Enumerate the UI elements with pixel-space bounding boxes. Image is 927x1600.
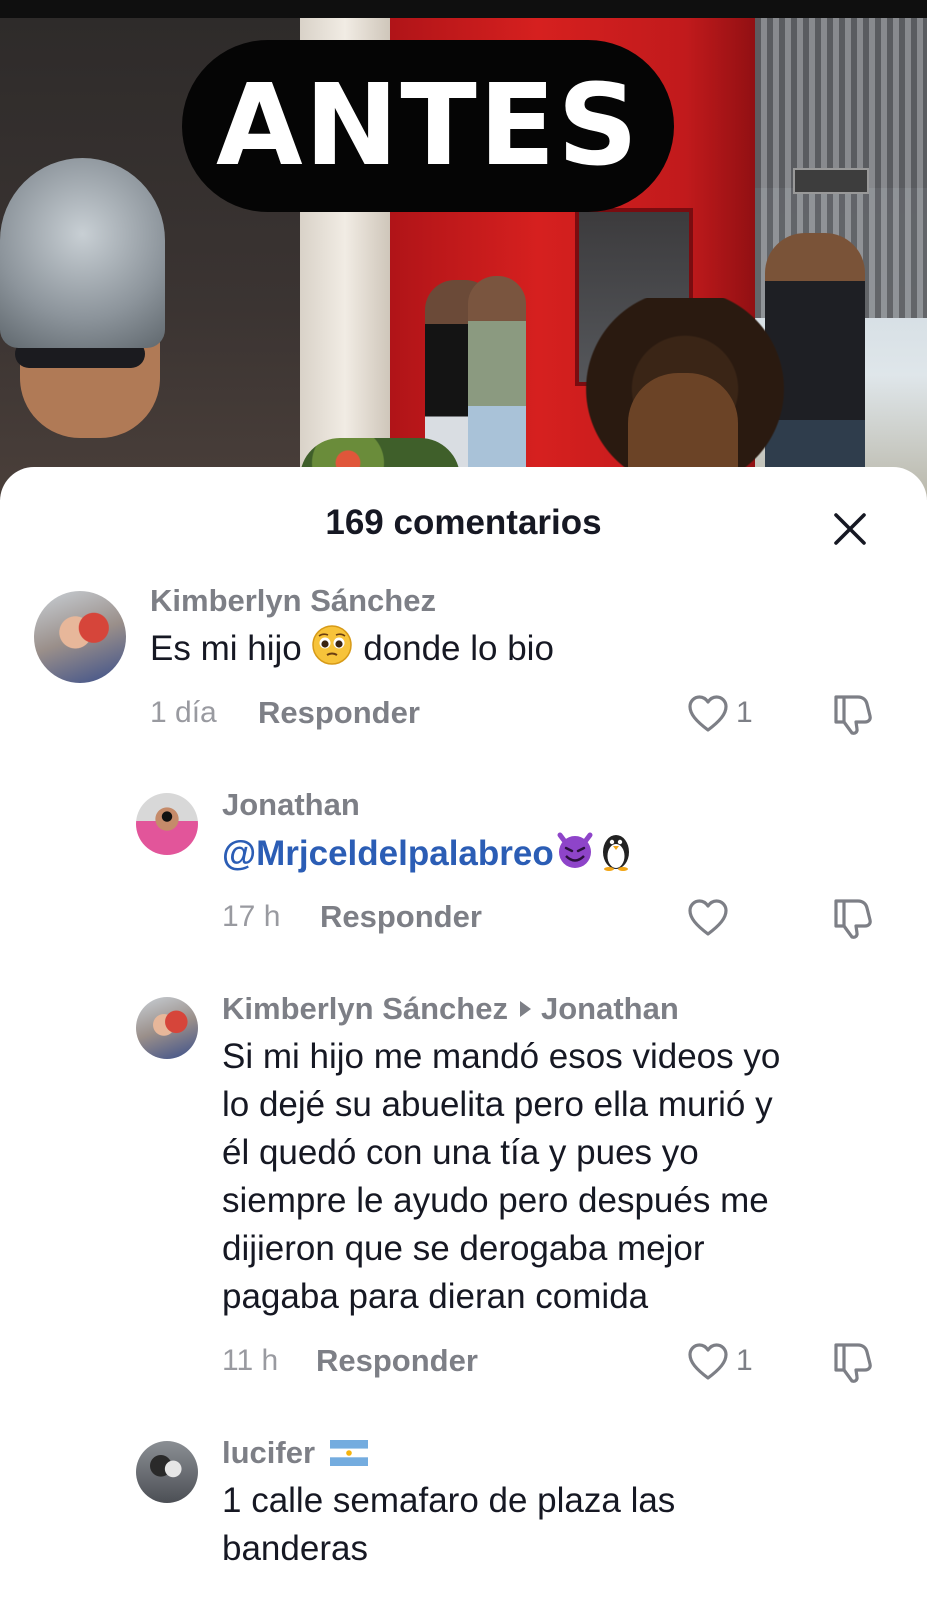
smiling-devil-icon [557,832,593,868]
dislike-icon[interactable] [830,1339,876,1385]
comment-text: Si mi hijo me mandó esos videos yo lo de… [222,1033,780,1321]
heart-icon[interactable] [686,1340,730,1384]
comment-time: 11 h [222,1344,279,1377]
heart-icon[interactable] [686,692,730,736]
reply-button[interactable]: Responder [320,899,482,935]
comment-author[interactable]: Kimberlyn Sánchez [222,991,508,1026]
comment-username: lucifer [222,1435,368,1471]
avatar[interactable] [136,997,198,1059]
reply-button[interactable]: Responder [316,1343,478,1379]
avatar[interactable] [136,1441,198,1503]
argentina-flag-icon [329,1440,368,1466]
pleading-face-icon [312,625,353,665]
heart-icon[interactable] [686,896,730,940]
comment-text-line: lo dejé su abuelita pero ella murió y [222,1085,773,1124]
comment-author[interactable]: lucifer [222,1435,315,1470]
comments-count-title: 169 comentarios [325,503,602,542]
comments-sheet: 169 comentarios Kimberlyn Sánchez Es mi … [0,467,927,1600]
comment-text-line: él quedó con una tía y pues yo [222,1133,699,1172]
comment-text-line: dijieron que se derogaba mejor [222,1229,705,1268]
like-count: 1 [736,696,753,729]
comment-text: @Mrjceldelpalabreo [222,829,636,878]
video-player[interactable]: ANTES [0,0,927,500]
comment-time: 17 h [222,900,281,933]
mention-link[interactable]: @Mrjceldelpalabreo [222,834,554,873]
close-icon[interactable] [828,507,872,551]
comment-text-line: pagaba para dieran comida [222,1277,649,1316]
dislike-icon[interactable] [830,895,876,941]
comment-username[interactable]: Kimberlyn Sánchez [150,583,436,619]
comment-username: Kimberlyn Sánchez Jonathan [222,991,679,1027]
comment-text: Es mi hijo donde lo bio [150,624,554,673]
dislike-icon[interactable] [830,691,876,737]
like-count: 1 [736,1344,753,1377]
avatar[interactable] [34,591,126,683]
reply-button[interactable]: Responder [258,695,420,731]
status-bar [0,0,927,18]
comment-time: 1 día [150,696,217,729]
comment-text-line: siempre le ayudo pero después me [222,1181,769,1220]
comment-text-line: Si mi hijo me mandó esos videos yo [222,1037,781,1076]
reply-to-user[interactable]: Jonathan [541,991,679,1026]
comment-text-line: banderas [222,1529,368,1568]
video-overlay-caption: ANTES [182,40,674,212]
reply-arrow-icon [519,1000,531,1017]
comment-text-line: 1 calle semafaro de plaza las [222,1481,676,1520]
comment-username[interactable]: Jonathan [222,787,360,823]
comment-text: 1 calle semafaro de plaza las banderas [222,1477,675,1573]
penguin-icon [602,835,629,871]
avatar[interactable] [136,793,198,855]
